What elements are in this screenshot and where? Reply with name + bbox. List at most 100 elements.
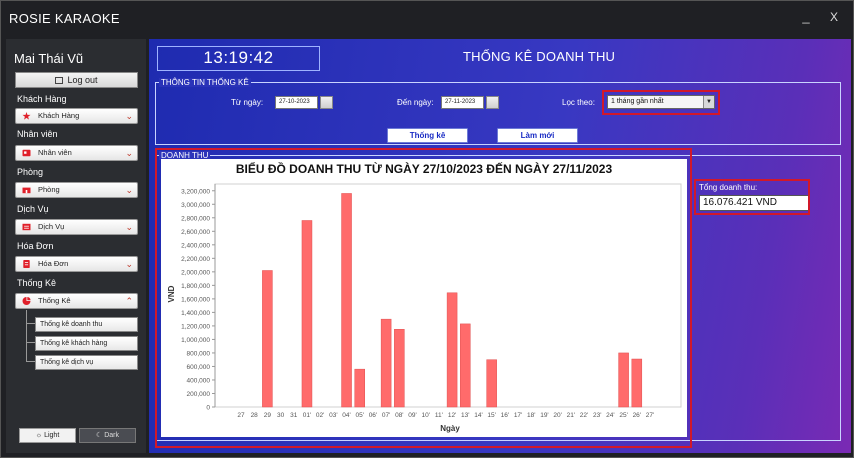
x-tick-label: 08' [395, 412, 403, 419]
invoice-icon [23, 260, 30, 268]
sun-icon: ☼ [35, 432, 43, 439]
y-tick-label: 2,400,000 [181, 242, 210, 249]
from-date-input[interactable]: 27-10-2023 [275, 96, 318, 109]
bar-01 [301, 220, 313, 408]
x-tick-label: 05' [355, 412, 363, 419]
dropdown-label: Nhân viên [38, 148, 72, 157]
section-heading-khach-hang: Khách Hàng [17, 94, 67, 104]
x-tick-label: 09' [408, 412, 416, 419]
y-axis: 0 200,000 400,000 600,000 800,000 1,000,000 1,… [181, 184, 216, 412]
y-tick-label: 2,600,000 [181, 229, 210, 236]
section-heading-hoa-don: Hóa Đơn [17, 241, 54, 251]
x-tick-label: 13' [461, 412, 469, 419]
y-tick-label: 1,000,000 [181, 337, 210, 344]
x-tick-label: 23' [593, 412, 601, 419]
x-tick-label: 30 [277, 412, 285, 419]
y-tick-label: 400,000 [187, 377, 211, 384]
clock: 13:19:42 [157, 46, 320, 71]
x-tick-label: 22' [580, 412, 588, 419]
y-tick-label: 1,600,000 [181, 296, 210, 303]
logout-button[interactable]: Log out [15, 72, 138, 88]
dropdown-label: Khách Hàng [38, 111, 80, 120]
x-tick-label: 28 [251, 412, 259, 419]
sidebar: Mai Thái Vũ Log out Khách Hàng Khách Hàn… [6, 39, 146, 453]
bar-04 [341, 193, 352, 408]
bar-13 [460, 323, 471, 408]
x-tick-label: 27 [237, 412, 245, 419]
star-icon [22, 112, 31, 120]
submenu-thong-ke-khach-hang[interactable]: Thống kê khách hàng [35, 336, 138, 351]
x-tick-label: 19' [540, 412, 548, 419]
dark-label: Dark [104, 432, 119, 439]
from-calendar-button[interactable] [320, 96, 333, 109]
y-tick-label: 1,200,000 [181, 323, 210, 330]
y-tick-label: 1,400,000 [181, 310, 210, 317]
dropdown-khach-hang[interactable]: Khách Hàng ⌄ [15, 108, 138, 124]
y-tick-label: 3,000,000 [181, 202, 210, 209]
x-axis-label: Ngày [440, 424, 460, 433]
chevron-down-icon: ⌄ [125, 111, 133, 121]
x-tick-label: 04' [342, 412, 350, 419]
bar-25 [618, 352, 629, 408]
x-tick-label: 15' [487, 412, 495, 419]
dropdown-dich-vu[interactable]: Dịch Vụ ⌄ [15, 219, 138, 235]
app-title: ROSIE KARAOKE [9, 11, 120, 26]
dropdown-phong[interactable]: Phòng ⌄ [15, 182, 138, 198]
light-label: Light [44, 432, 60, 439]
bar-12 [446, 292, 458, 408]
y-tick-label: 3,200,000 [181, 188, 210, 195]
section-heading-phong: Phòng [17, 167, 44, 177]
y-axis-label: VND [167, 285, 176, 302]
user-name: Mai Thái Vũ [14, 51, 84, 66]
chevron-up-icon: ⌃ [125, 296, 133, 306]
chevron-down-icon: ⌄ [125, 222, 133, 232]
dropdown-nhan-vien[interactable]: Nhân viên ⌄ [15, 145, 138, 161]
tree-connector [26, 310, 35, 324]
statistics-button[interactable]: Thống kê [387, 128, 468, 143]
main-panel: 13:19:42 THỐNG KÊ DOANH THU THÔNG TIN TH… [149, 39, 851, 453]
from-date-label: Từ ngày: [231, 98, 264, 107]
close-button[interactable]: X [827, 10, 841, 24]
x-tick-label: 16' [501, 412, 509, 419]
dropdown-hoa-don[interactable]: Hóa Đơn ⌄ [15, 256, 138, 272]
x-tick-label: 31 [290, 412, 298, 419]
submenu-thong-ke-doanh-thu[interactable]: Thống kê doanh thu [35, 317, 138, 332]
x-tick-label: 14' [474, 412, 482, 419]
logout-icon [55, 77, 64, 84]
room-icon [22, 187, 31, 194]
y-tick-label: 2,000,000 [181, 269, 210, 276]
y-tick-label: 200,000 [187, 391, 211, 398]
bar-08 [394, 329, 405, 408]
to-calendar-button[interactable] [486, 96, 499, 109]
y-tick-label: 600,000 [187, 364, 211, 371]
service-list-icon [22, 223, 31, 231]
to-date-input[interactable]: 27-11-2023 [441, 96, 484, 109]
x-axis: 27 28 29 30 31 01' 02' 03' 04' 05' 06' 07' 08' 09' 10'… [237, 412, 654, 419]
submenu-thong-ke-dich-vu[interactable]: Thống kê dịch vụ [35, 355, 138, 370]
app-window: ROSIE KARAOKE _ X Mai Thái Vũ Log out Kh… [0, 0, 854, 458]
light-theme-button[interactable]: ☼ Light [19, 428, 76, 443]
dropdown-label: Thống Kê [38, 296, 71, 305]
revenue-chart: BIỂU ĐỒ DOANH THU TỪ NGÀY 27/10/2023 ĐẾN… [161, 159, 687, 437]
bar-26 [631, 358, 643, 408]
tree-connector [26, 324, 35, 343]
x-tick-label: 21' [567, 412, 575, 419]
chart-svg: BIỂU ĐỒ DOANH THU TỪ NGÀY 27/10/2023 ĐẾN… [167, 161, 682, 433]
x-tick-label: 25' [619, 412, 627, 419]
pie-chart-icon [22, 297, 31, 305]
total-highlight-box [694, 179, 810, 215]
x-tick-label: 18' [527, 412, 535, 419]
x-tick-label: 07' [382, 412, 390, 419]
tree-connector [26, 343, 35, 362]
bar-05 [354, 368, 365, 408]
section-heading-nhan-vien: Nhân viên [17, 129, 58, 139]
x-tick-label: 06' [369, 412, 377, 419]
refresh-button[interactable]: Làm mới [497, 128, 578, 143]
x-tick-label: 11' [435, 412, 443, 419]
info-group-title: THÔNG TIN THỐNG KÊ [159, 78, 251, 87]
y-tick-label: 800,000 [187, 350, 211, 357]
dropdown-thong-ke[interactable]: Thống Kê ⌃ [15, 293, 138, 309]
minimize-button[interactable]: _ [799, 9, 813, 24]
dark-theme-button[interactable]: ☾ Dark [79, 428, 136, 443]
x-tick-label: 26' [633, 412, 641, 419]
